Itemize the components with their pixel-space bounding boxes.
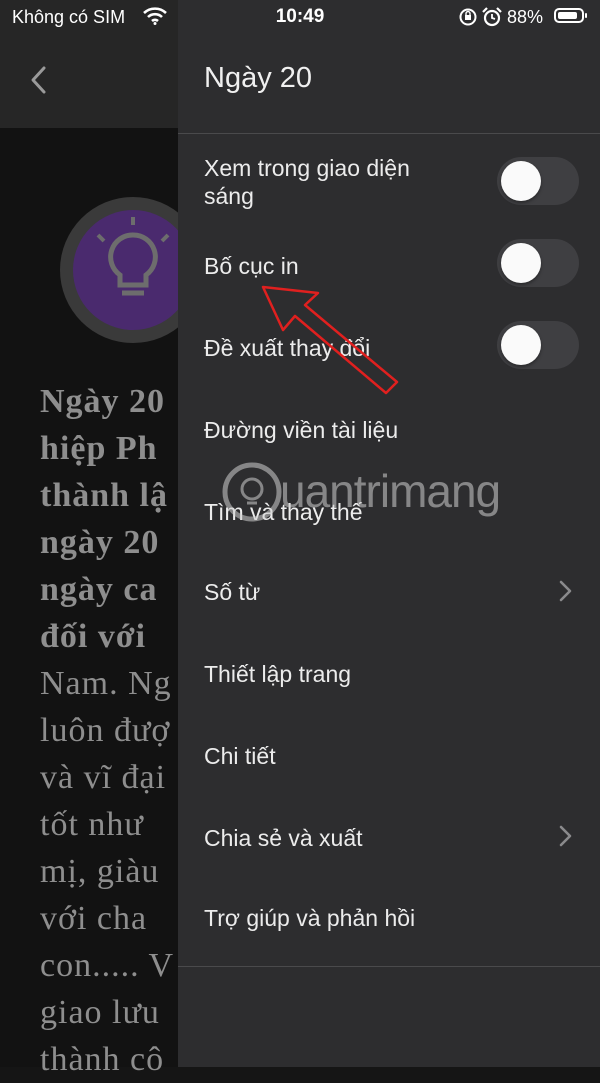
menu-item-document-outline[interactable]: Đường viền tài liệu — [178, 386, 600, 468]
menu-item-page-setup[interactable]: Thiết lập trang — [178, 632, 600, 714]
menu-item-details[interactable]: Chi tiết — [178, 714, 600, 796]
menu-item-label: Số từ — [204, 579, 261, 605]
menu-item-label: Xem trong giao diện sáng — [204, 155, 410, 209]
menu-item-word-count[interactable]: Số từ — [178, 550, 600, 632]
battery-icon — [554, 8, 587, 23]
menu-item-label: Đường viền tài liệu — [204, 417, 399, 443]
toggle-knob — [501, 325, 541, 365]
menu-item-label: Bố cục in — [204, 253, 299, 279]
menu-item-label: Chia sẻ và xuất — [204, 825, 363, 851]
menu-item-suggest-changes[interactable]: Đề xuất thay đổi — [178, 304, 600, 386]
watermark-text: uantrimang — [280, 465, 501, 517]
document-options-drawer: Ngày 20 Xem trong giao diện sáng Bố cục … — [178, 0, 600, 1067]
back-arrow-icon[interactable] — [22, 60, 58, 100]
watermark-bulb-icon — [222, 462, 282, 522]
menu-item-label: Thiết lập trang — [204, 661, 352, 687]
menu-item-label: Trợ giúp và phản hồi — [204, 905, 416, 931]
chevron-right-icon — [556, 578, 576, 604]
light-theme-toggle[interactable] — [497, 157, 579, 205]
rotation-lock-icon — [458, 7, 478, 32]
status-bar: Không có SIM 10:49 88% — [0, 0, 600, 36]
menu-item-share-export[interactable]: Chia sẻ và xuất — [178, 796, 600, 878]
menu-item-label: Đề xuất thay đổi — [204, 335, 371, 361]
menu-item-help-feedback[interactable]: Trợ giúp và phản hồi — [178, 878, 600, 960]
watermark: uantrimang — [222, 462, 501, 527]
menu-item-light-theme[interactable]: Xem trong giao diện sáng — [178, 140, 600, 222]
suggest-changes-toggle[interactable] — [497, 321, 579, 369]
toggle-knob — [501, 161, 541, 201]
toggle-knob — [501, 243, 541, 283]
divider — [178, 966, 600, 967]
chevron-right-icon — [556, 823, 576, 849]
menu-item-print-layout[interactable]: Bố cục in — [178, 222, 600, 304]
print-layout-toggle[interactable] — [497, 239, 579, 287]
drawer-title: Ngày 20 — [204, 62, 313, 94]
alarm-icon — [481, 6, 503, 33]
menu-item-label: Chi tiết — [204, 743, 276, 769]
battery-percent: 88% — [507, 7, 544, 27]
divider — [178, 133, 600, 134]
